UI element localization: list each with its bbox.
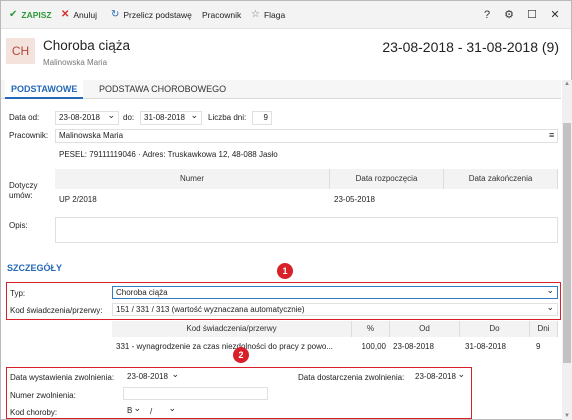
- column-header[interactable]: Data zakończenia: [444, 169, 558, 189]
- description-field[interactable]: [55, 217, 558, 243]
- tab-bar: PODSTAWOWE PODSTAWA CHOROBOWEGO: [1, 80, 561, 99]
- disease-code-label: Kod choroby:: [10, 408, 58, 417]
- date-range-summary: 23-08-2018 - 31-08-2018 (9): [382, 39, 559, 55]
- issue-date-picker[interactable]: 23-08-2018: [123, 370, 183, 383]
- contracts-label-2: umów:: [9, 191, 33, 200]
- section-title: SZCZEGÓŁY: [7, 263, 63, 273]
- scroll-up-icon[interactable]: ▲: [562, 81, 572, 87]
- employee-label: Pracownik:: [9, 131, 49, 140]
- table-cell: 31-08-2018: [465, 342, 506, 351]
- type-select[interactable]: Choroba ciąża: [112, 286, 558, 299]
- annotation-badge: 2: [233, 347, 249, 363]
- disease-code-select[interactable]: B: [123, 404, 145, 417]
- employee-button[interactable]: Pracownik: [202, 8, 241, 22]
- scroll-down-icon[interactable]: ▼: [562, 413, 572, 419]
- vertical-scrollbar[interactable]: ▲ ▼: [562, 80, 572, 420]
- days-count-label: Liczba dni:: [208, 113, 247, 122]
- employee-details: PESEL: 79111119046 · Adres: Truskawkowa …: [59, 150, 278, 159]
- tab-podstawowe[interactable]: PODSTAWOWE: [5, 80, 84, 99]
- close-window-icon[interactable]: ✕: [547, 7, 563, 23]
- disease-subcode-select[interactable]: [158, 404, 180, 417]
- table-cell: 23-08-2018: [393, 342, 434, 351]
- refresh-icon: ↻: [111, 9, 120, 20]
- close-x-icon: ✕: [61, 9, 70, 20]
- star-icon: ☆: [251, 9, 260, 20]
- date-to-picker[interactable]: 31-08-2018: [140, 111, 202, 125]
- cancel-button[interactable]: ✕ Anuluj: [61, 8, 97, 22]
- date-from-label: Data od:: [9, 113, 40, 122]
- help-icon[interactable]: ?: [479, 7, 495, 23]
- description-label: Opis:: [9, 221, 28, 230]
- settings-gear-icon[interactable]: ⚙: [501, 7, 517, 23]
- scrollbar-thumb[interactable]: [563, 123, 571, 363]
- page-subtitle: Malinowska Maria: [43, 58, 108, 67]
- flag-button[interactable]: ☆ Flaga: [251, 8, 285, 22]
- table-cell: UP 2/2018: [59, 195, 97, 204]
- delivery-date-picker[interactable]: 23-08-2018: [411, 370, 469, 383]
- save-button[interactable]: ✔ ZAPISZ: [9, 8, 52, 22]
- column-header[interactable]: Do: [460, 321, 530, 337]
- toolbar: ✔ ZAPISZ ✕ Anuluj ↻ Przelicz podstawę Pr…: [1, 1, 571, 29]
- days-count-field[interactable]: 9: [252, 111, 272, 125]
- benefit-code-label: Kod świadczenia/przerwy:: [10, 306, 103, 315]
- column-header[interactable]: Od: [390, 321, 460, 337]
- column-header[interactable]: Numer: [55, 169, 330, 189]
- issue-date-label: Data wystawienia zwolnienia:: [10, 373, 115, 382]
- employee-field[interactable]: Malinowska Maria: [55, 129, 558, 143]
- column-header[interactable]: %: [352, 321, 390, 337]
- annotation-badge: 1: [277, 263, 293, 279]
- page-title: Choroba ciąża: [43, 38, 131, 53]
- column-header[interactable]: Kod świadczenia/przerwy: [112, 321, 352, 337]
- table-cell: 100,00: [361, 342, 386, 351]
- table-cell: 23-05-2018: [334, 195, 375, 204]
- menu-lines-icon[interactable]: ≡: [549, 130, 554, 140]
- column-header[interactable]: Dni: [530, 321, 558, 337]
- delivery-date-label: Data dostarczenia zwolnienia:: [298, 373, 405, 382]
- avatar: CH: [6, 38, 35, 64]
- contracts-label: Dotyczy: [9, 181, 38, 190]
- table-cell: 9: [536, 342, 541, 351]
- date-from-picker[interactable]: 23-08-2018: [55, 111, 119, 125]
- type-label: Typ:: [10, 289, 26, 298]
- benefit-code-select[interactable]: 151 / 331 / 313 (wartość wyznaczana auto…: [112, 303, 558, 316]
- date-to-label: do:: [123, 113, 135, 122]
- dialog-window: ✔ ZAPISZ ✕ Anuluj ↻ Przelicz podstawę Pr…: [0, 0, 572, 420]
- sick-leave-number-label: Numer zwolnienia:: [10, 391, 76, 400]
- maximize-icon[interactable]: ☐: [524, 7, 540, 23]
- sick-leave-number-field[interactable]: [123, 387, 268, 400]
- disease-code-separator: /: [150, 407, 153, 416]
- checkmark-icon: ✔: [9, 9, 18, 20]
- column-header[interactable]: Data rozpoczęcia: [330, 169, 444, 189]
- recalculate-base-button[interactable]: ↻ Przelicz podstawę: [111, 8, 192, 22]
- tab-podstawa-chorobowego[interactable]: PODSTAWA CHOROBOWEGO: [93, 80, 232, 99]
